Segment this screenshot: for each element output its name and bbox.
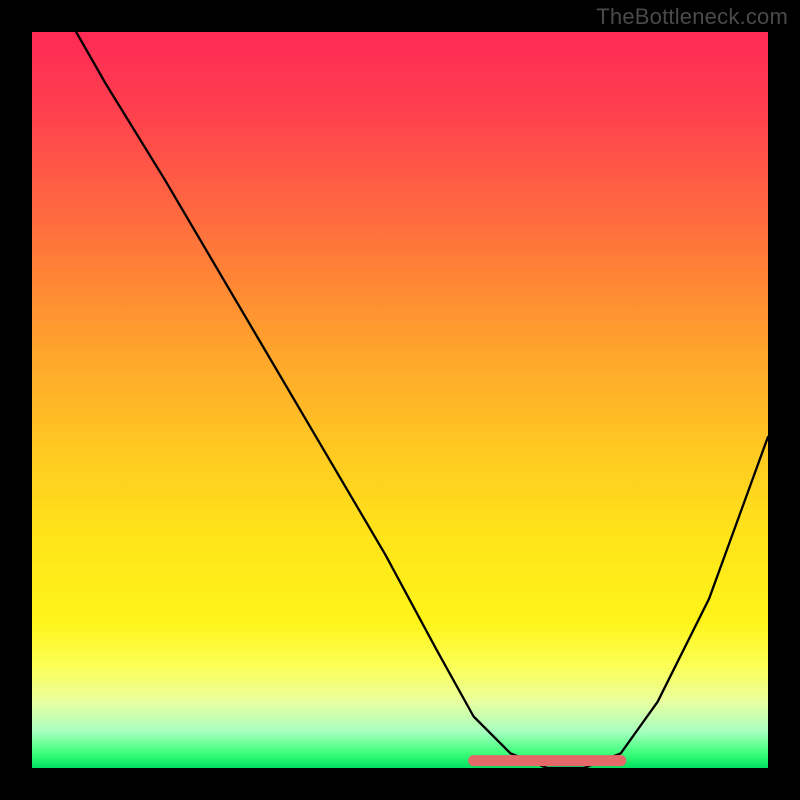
plot-area [32,32,768,768]
bottleneck-curve [76,32,768,768]
chart-frame: TheBottleneck.com [0,0,800,800]
chart-svg [32,32,768,768]
watermark-text: TheBottleneck.com [596,4,788,30]
